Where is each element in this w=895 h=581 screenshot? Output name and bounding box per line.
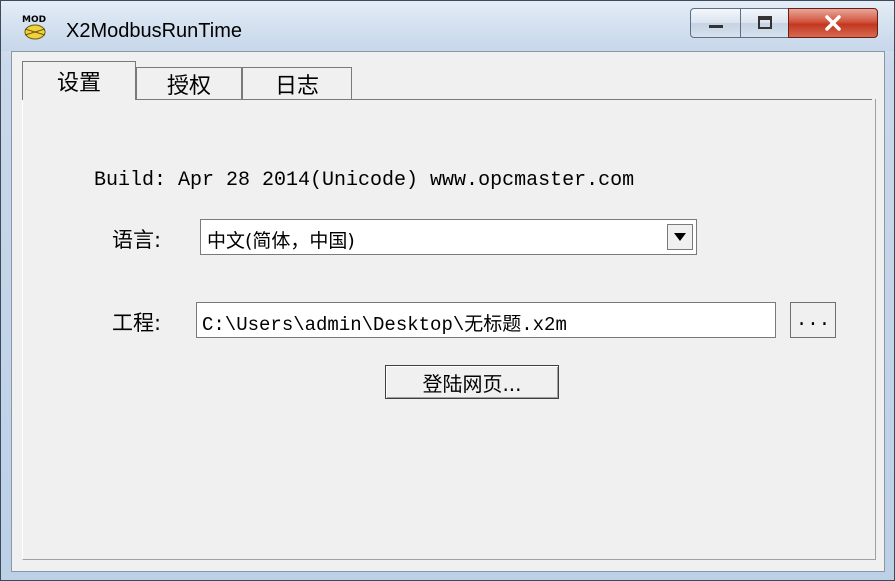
tab-log[interactable]: 日志	[242, 67, 352, 100]
tab-settings-label: 设置	[56, 71, 101, 96]
mod-app-icon: MOD	[22, 15, 46, 40]
chevron-down-icon	[674, 233, 686, 241]
window-title: X2ModbusRunTime	[66, 20, 243, 42]
tab-log-label: 日志	[274, 74, 319, 99]
minimize-icon	[708, 25, 723, 28]
tab-license-label: 授权	[166, 74, 211, 99]
maximize-button[interactable]	[740, 8, 789, 38]
dropdown-arrow-button[interactable]	[667, 224, 693, 250]
close-icon	[825, 15, 841, 31]
dialog-client-area: 设置 授权 日志 Build: Apr 28 2014(Unicode) www…	[11, 51, 885, 572]
tab-settings[interactable]: 设置	[22, 61, 136, 100]
maximize-icon	[757, 16, 772, 29]
app-window: MOD X2ModbusRunTime 设置 授权 日志 Build: Apr …	[0, 0, 895, 581]
close-button[interactable]	[788, 8, 878, 38]
build-info-text: Build: Apr 28 2014(Unicode) www.opcmaste…	[94, 169, 635, 192]
language-select-value: 中文(简体，中国)	[207, 230, 355, 252]
login-webpage-button[interactable]: 登陆网页...	[385, 365, 559, 399]
language-select[interactable]: 中文(简体，中国)	[200, 219, 697, 255]
language-label: 语言:	[112, 228, 162, 252]
title-bar[interactable]: MOD X2ModbusRunTime	[1, 1, 894, 51]
browse-button[interactable]: ...	[790, 302, 836, 338]
tab-license[interactable]: 授权	[136, 67, 242, 100]
svg-text:MOD: MOD	[22, 15, 46, 25]
project-path-value: C:\Users\admin\Desktop\无标题.x2m	[202, 314, 567, 336]
minimize-button[interactable]	[690, 8, 741, 38]
project-label: 工程:	[112, 311, 162, 335]
project-path-field[interactable]: C:\Users\admin\Desktop\无标题.x2m	[196, 302, 776, 338]
